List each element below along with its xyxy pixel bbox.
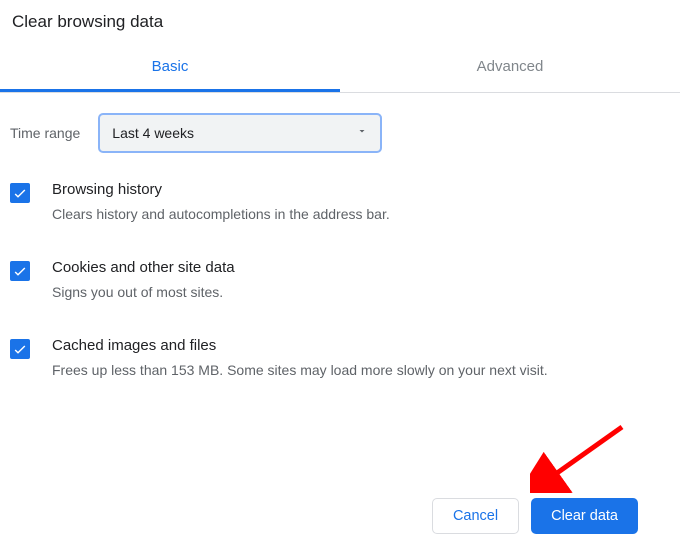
- tab-content: Time range Last 4 weeks Browsing history…: [0, 93, 680, 381]
- annotation-arrow-icon: [530, 423, 630, 498]
- option-desc: Signs you out of most sites.: [52, 282, 670, 303]
- option-desc: Frees up less than 153 MB. Some sites ma…: [52, 360, 670, 381]
- button-row: Cancel Clear data: [432, 498, 638, 534]
- option-browsing-history: Browsing history Clears history and auto…: [10, 181, 670, 225]
- option-title: Cached images and files: [52, 337, 670, 354]
- time-range-row: Time range Last 4 weeks: [10, 113, 670, 153]
- checkbox-cookies[interactable]: [10, 261, 30, 281]
- tab-advanced[interactable]: Advanced: [340, 44, 680, 92]
- checkbox-browsing-history[interactable]: [10, 183, 30, 203]
- caret-down-icon: [356, 124, 368, 142]
- checkmark-icon: [12, 263, 28, 279]
- time-range-label: Time range: [10, 125, 80, 141]
- option-cookies: Cookies and other site data Signs you ou…: [10, 259, 670, 303]
- tabs: Basic Advanced: [0, 44, 680, 93]
- clear-data-button[interactable]: Clear data: [531, 498, 638, 534]
- option-cache: Cached images and files Frees up less th…: [10, 337, 670, 381]
- option-title: Cookies and other site data: [52, 259, 670, 276]
- checkmark-icon: [12, 341, 28, 357]
- option-desc: Clears history and autocompletions in th…: [52, 204, 670, 225]
- checkmark-icon: [12, 185, 28, 201]
- tab-basic[interactable]: Basic: [0, 44, 340, 92]
- time-range-dropdown[interactable]: Last 4 weeks: [98, 113, 382, 153]
- dialog-title: Clear browsing data: [0, 0, 680, 44]
- cancel-button[interactable]: Cancel: [432, 498, 519, 534]
- option-title: Browsing history: [52, 181, 670, 198]
- checkbox-cache[interactable]: [10, 339, 30, 359]
- time-range-value: Last 4 weeks: [112, 125, 194, 141]
